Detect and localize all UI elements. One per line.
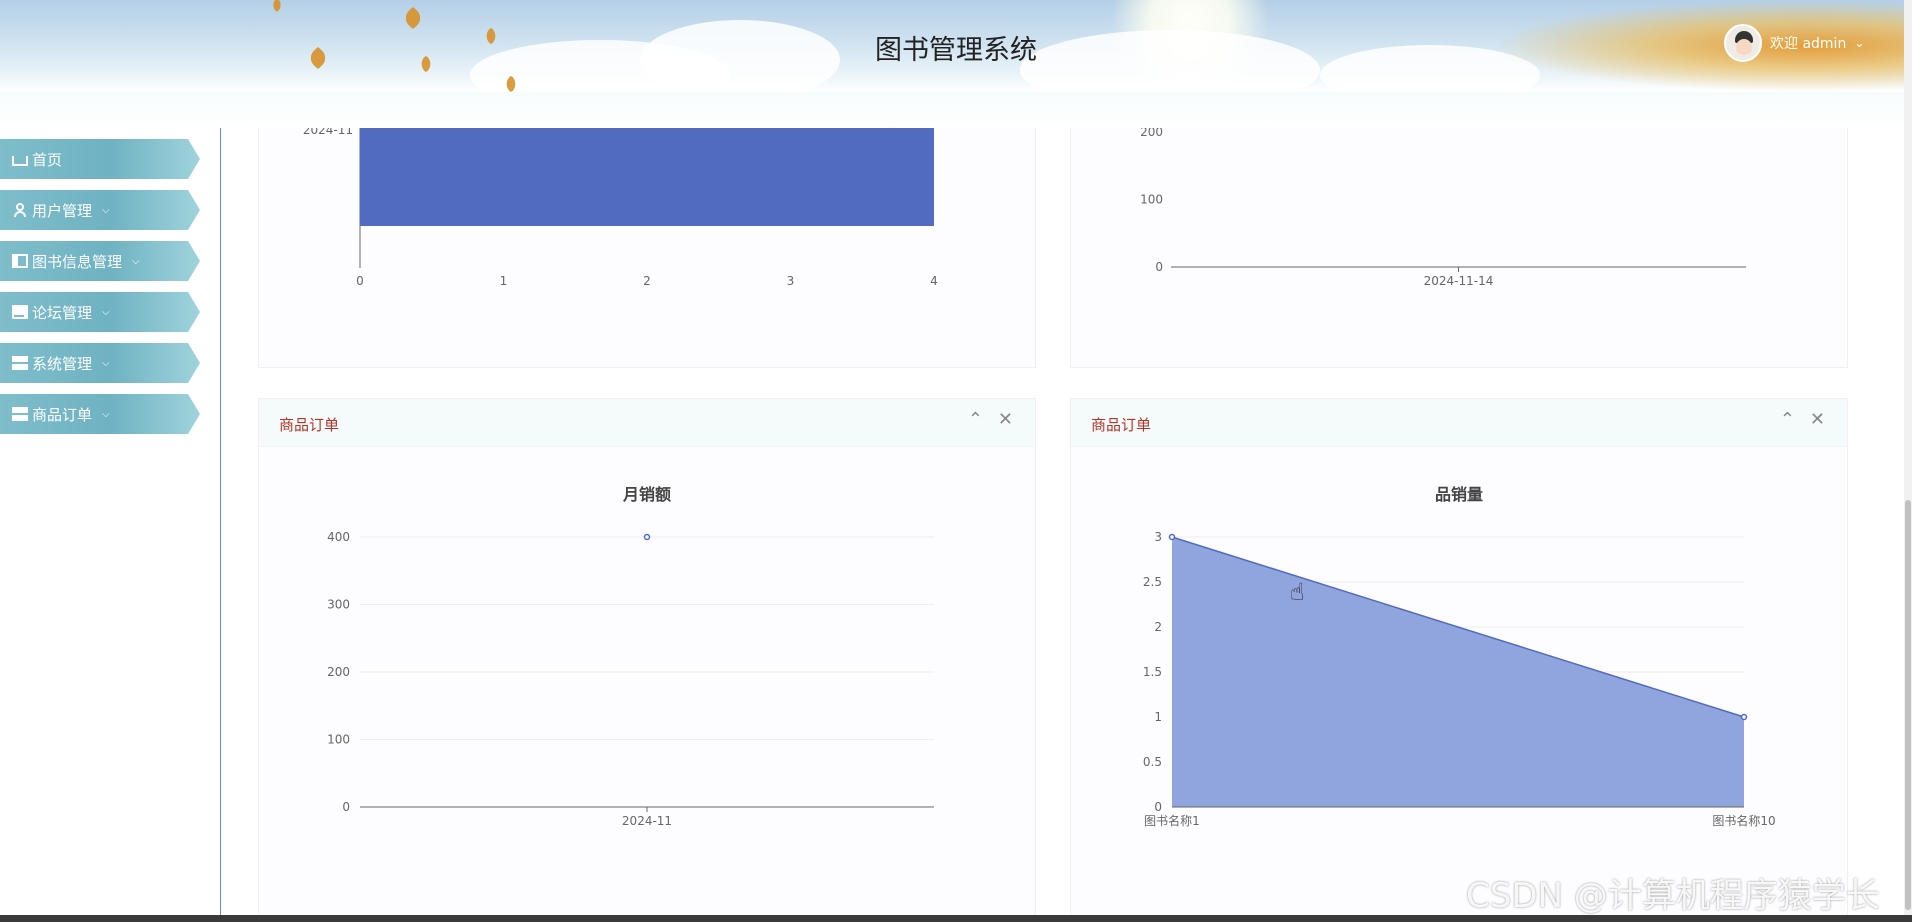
bottom-bar [0,915,1912,922]
x-tick-label: 3 [787,274,795,288]
y-tick-label: 2.5 [1143,575,1162,589]
sidebar: 首页 用户管理 ⌵ 图书信息管理 ⌵ 论坛管理 ⌵ 系统管理 ⌵ 商品订单 ⌵ [0,128,220,444]
sidebar-item-users[interactable]: 用户管理 ⌵ [0,190,200,230]
sidebar-item-label: 图书信息管理 [32,252,123,271]
y-tick-label: 0 [1155,260,1163,274]
sidebar-item-books[interactable]: 图书信息管理 ⌵ [0,241,200,281]
grid-icon [12,407,28,421]
y-tick-label: 400 [327,530,350,544]
chart-card-monthly-sales: 商品订单 ⌃ ✕ 月销额 0 100 200 300 400 2024-11 [258,398,1036,918]
header-strip [0,92,1912,128]
sidebar-item-label: 首页 [32,150,63,169]
data-point [1740,713,1748,721]
x-tick-label: 0 [356,274,364,288]
chevron-down-icon[interactable]: ⌄ [1854,36,1864,50]
x-tick-label: 2024-11-14 [1424,274,1494,288]
leaf-decoration [401,6,425,30]
y-tick-label: 300 [327,598,350,612]
chevron-down-icon: ⌵ [102,408,110,420]
sidebar-item-home[interactable]: 首页 [0,139,200,179]
y-tick-label: 1 [1154,710,1162,724]
app-title: 图书管理系统 [875,35,1037,66]
chevron-down-icon: ⌵ [102,204,110,216]
sidebar-item-label: 系统管理 [32,354,93,373]
settings-icon [12,356,28,370]
area-chart: 0 0.5 1 1.5 2 2.5 3 图书名称1 图书名称10 [1143,530,1776,828]
chevron-down-icon: ⌵ [102,306,110,318]
book-icon [12,254,28,268]
app-header: 图书管理系统 欢迎 admin ⌄ [0,0,1912,92]
x-tick-label: 图书名称10 [1712,813,1775,828]
chevron-down-icon: ⌵ [102,357,110,369]
avatar[interactable] [1724,24,1762,62]
chart-card-top-left: 2024-11 0 1 2 3 4 [258,118,1036,368]
y-tick-label: 100 [1140,193,1163,207]
y-tick-label: 200 [327,665,350,679]
x-tick-label: 4 [930,274,938,288]
user-menu[interactable]: 欢迎 admin ⌄ [1724,24,1864,62]
user-greeting[interactable]: 欢迎 admin [1770,33,1846,53]
y-tick-label: 100 [327,733,350,747]
y-tick-label: 0 [342,800,350,814]
y-tick-label: 200 [1140,128,1163,139]
chart-card-product-sales: 商品订单 ⌃ ✕ 品销量 0 0.5 1 1.5 2 2.5 3 图书名称1 图书名称10 [1070,398,1848,918]
x-tick-label: 2024-11 [622,814,672,828]
hand-cursor-icon: ☝ [1290,578,1305,606]
y-tick-label: 2024-11 [303,128,353,137]
chevron-down-icon: ⌵ [132,255,140,267]
bar-chart-vertical: 0 100 200 2024-11-14 [1140,125,1746,288]
sidebar-item-orders[interactable]: 商品订单 ⌵ [0,394,200,434]
forum-icon [12,305,28,319]
x-tick-label: 1 [500,274,508,288]
x-tick-label: 图书名称1 [1144,813,1200,828]
leaf-decoration [269,0,285,13]
sidebar-item-label: 论坛管理 [32,303,93,322]
home-icon [12,156,28,166]
y-tick-label: 0 [1154,800,1162,814]
sidebar-divider [220,128,221,922]
sidebar-item-label: 用户管理 [32,201,93,220]
sidebar-item-label: 商品订单 [32,405,93,424]
y-tick-label: 3 [1154,530,1162,544]
x-tick-label: 2 [643,274,651,288]
bar [360,128,934,226]
line-chart: 0 100 200 300 400 2024-11 [327,530,934,828]
y-tick-label: 0.5 [1143,755,1162,769]
data-point [643,533,651,541]
scrollbar-thumb[interactable] [1905,500,1911,910]
data-point [1168,533,1176,541]
bar-chart-horizontal: 2024-11 0 1 2 3 4 [303,118,938,288]
sidebar-item-system[interactable]: 系统管理 ⌵ [0,343,200,383]
chart-card-top-right: 0 100 200 2024-11-14 [1070,125,1848,368]
user-icon [12,203,28,217]
sidebar-item-forum[interactable]: 论坛管理 ⌵ [0,292,200,332]
y-tick-label: 1.5 [1143,665,1162,679]
watermark: CSDN @计算机程序猿学长 [1466,876,1880,916]
y-tick-label: 2 [1154,620,1162,634]
